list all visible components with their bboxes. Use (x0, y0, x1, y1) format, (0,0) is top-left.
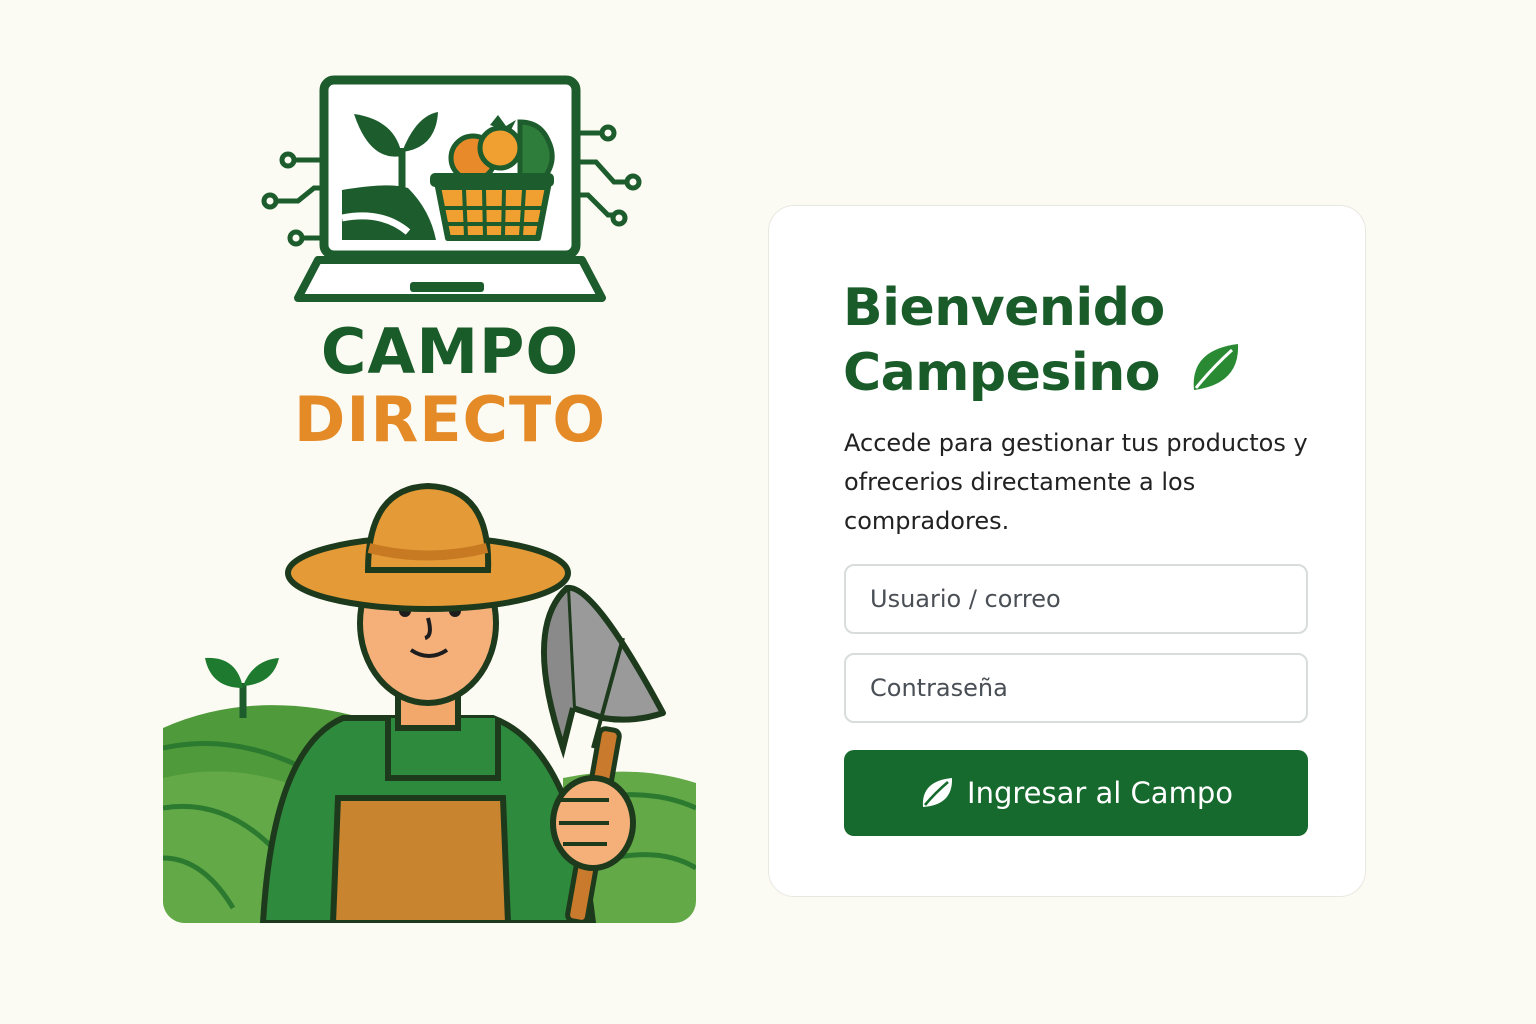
leaf-icon (922, 778, 953, 807)
login-submit-button[interactable]: Ingresar al Campo (844, 750, 1308, 836)
login-card: Bienvenido Campesino Accede para gestion… (768, 205, 1366, 897)
leaf-icon (1193, 344, 1238, 390)
laptop-farm-logo-icon (261, 75, 642, 302)
page-title: Bienvenido Campesino (843, 276, 1242, 405)
password-input[interactable] (844, 653, 1308, 723)
brand-line-directo: DIRECTO (293, 383, 607, 456)
brand-line-campo: CAMPO (320, 315, 580, 388)
brand-name: CAMPO DIRECTO (230, 318, 670, 454)
title-line-1: Bienvenido (843, 278, 1165, 338)
farmer-illustration-icon (163, 482, 696, 923)
login-description: Accede para gestionar tus productos y of… (844, 429, 1308, 535)
username-input[interactable] (844, 564, 1308, 634)
login-submit-label: Ingresar al Campo (967, 776, 1233, 810)
title-line-2: Campesino (843, 343, 1160, 403)
